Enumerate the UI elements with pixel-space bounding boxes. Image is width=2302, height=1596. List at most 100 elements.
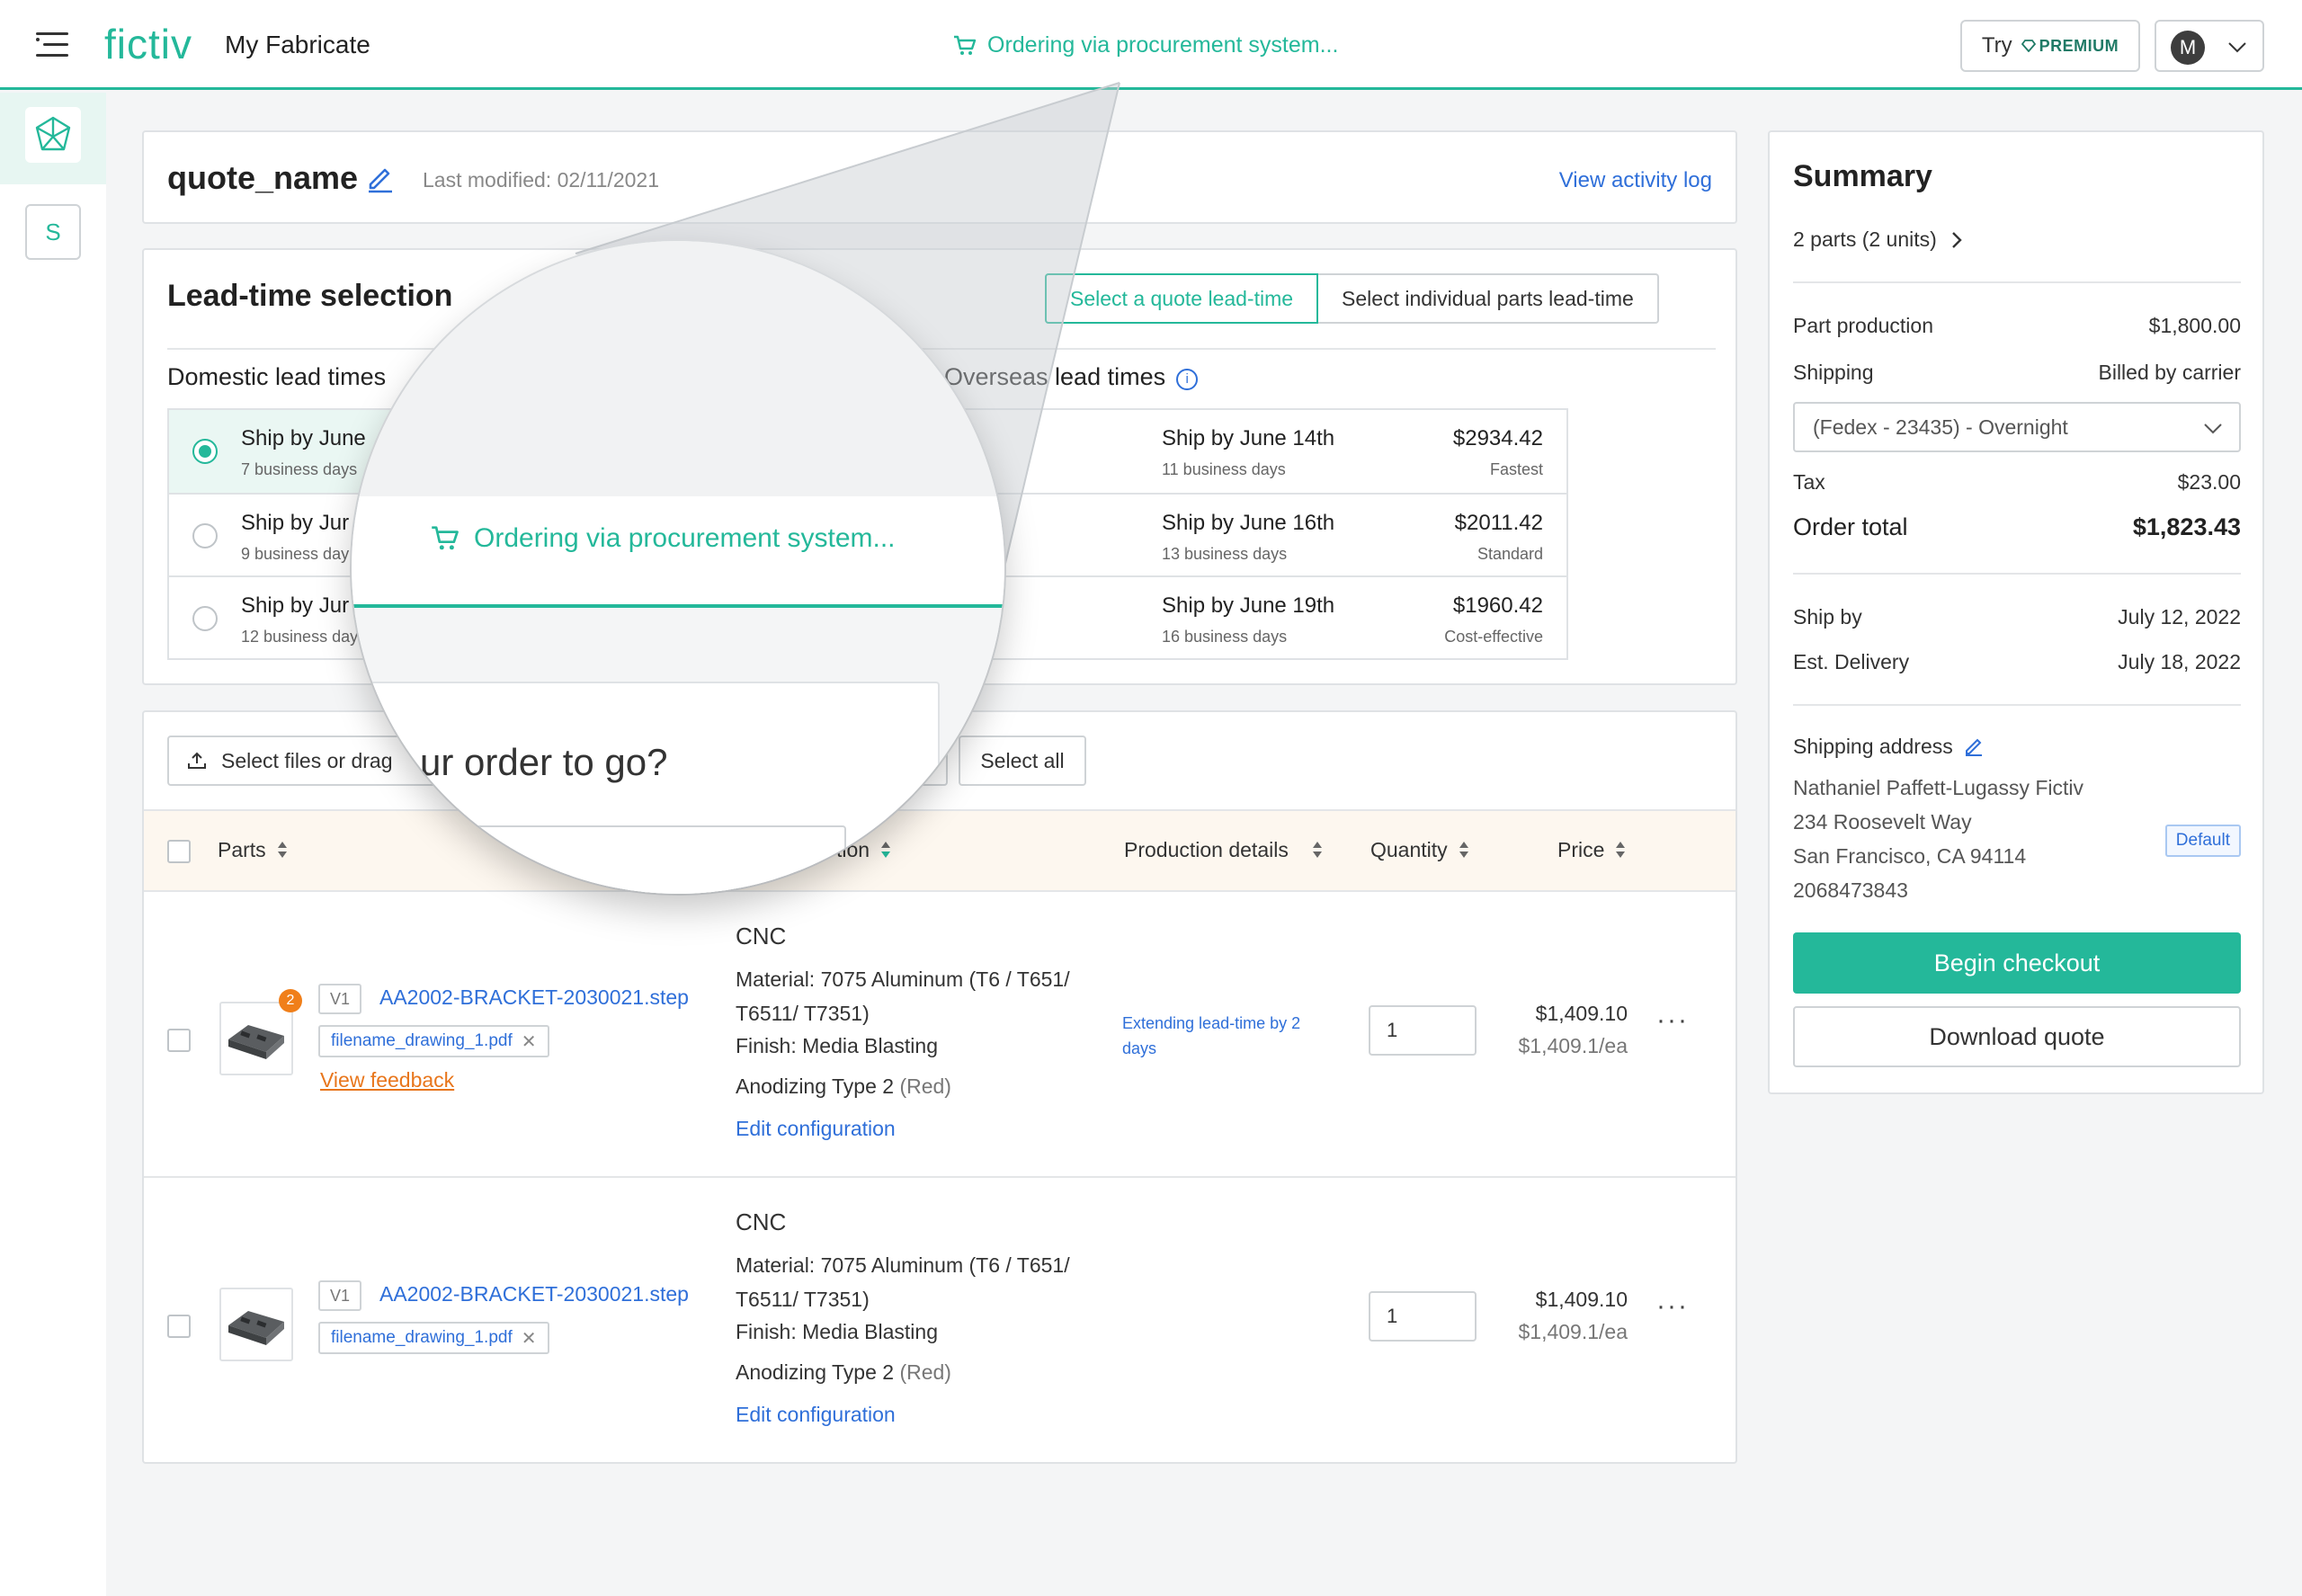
table-row: 2 V1 AA2002-BRACKET-2030021.step filenam…	[144, 894, 1735, 1178]
remove-icon[interactable]: ✕	[522, 1030, 537, 1053]
begin-checkout-button[interactable]: Begin checkout	[1793, 932, 2241, 994]
parts-count-link[interactable]: 2 parts (2 units)	[1793, 227, 1966, 252]
tax-value: $23.00	[2177, 470, 2241, 494]
remove-icon[interactable]: ✕	[522, 1327, 537, 1350]
parts-lead-time-button[interactable]: Select individual parts lead-time	[1318, 273, 1659, 324]
anodizing-type: Anodizing Type 2	[736, 1360, 895, 1384]
option-days: 12 business day	[241, 628, 359, 646]
anodizing-color: (Red)	[899, 1360, 951, 1384]
magnified-input[interactable]	[451, 825, 846, 894]
feedback-count-badge: 2	[279, 989, 302, 1012]
download-quote-button[interactable]: Download quote	[1793, 1006, 2241, 1067]
magnified-background	[352, 241, 1004, 496]
option-days: 7 business days	[241, 460, 358, 478]
last-modified: Last modified: 02/11/2021	[423, 168, 659, 192]
edit-pencil-icon[interactable]	[365, 163, 396, 193]
column-quantity-label: Quantity	[1370, 838, 1448, 861]
quantity-input[interactable]: 1	[1369, 1291, 1477, 1342]
option-days: 16 business days	[1162, 628, 1288, 646]
user-menu-button[interactable]: M	[2155, 20, 2264, 72]
option-price: $2011.42	[1454, 511, 1543, 535]
drawing-file-name: filename_drawing_1.pdf	[331, 1031, 513, 1050]
order-total-row: Order total $1,823.43	[1793, 513, 2241, 541]
option-days: 13 business days	[1162, 545, 1288, 563]
side-nav: S	[0, 93, 106, 1596]
sort-icon	[1312, 842, 1322, 858]
option-days: 11 business days	[1162, 460, 1286, 478]
part-cube-icon	[25, 107, 81, 163]
order-summary: Summary 2 parts (2 units) Part productio…	[1768, 130, 2264, 1094]
column-quantity[interactable]: Quantity	[1370, 838, 1469, 862]
delivery-value: July 18, 2022	[2118, 650, 2241, 673]
radio-button[interactable]	[192, 523, 218, 548]
magnifier-lens: Ordering via procurement system... ur or…	[352, 241, 1004, 894]
column-parts[interactable]: Parts	[218, 838, 288, 862]
part-thumbnail[interactable]	[219, 1002, 293, 1075]
menu-icon[interactable]	[36, 32, 68, 58]
radio-button[interactable]	[192, 606, 218, 631]
edit-configuration-link[interactable]: Edit configuration	[736, 1117, 896, 1141]
radio-button[interactable]	[192, 439, 218, 464]
view-feedback-link[interactable]: View feedback	[320, 1068, 454, 1092]
option-name: Ship by June	[241, 426, 366, 450]
column-production-label: Production details	[1124, 838, 1289, 861]
overseas-options: Ship by June 14th 11 business days $2934…	[917, 408, 1568, 660]
quote-lead-time-button[interactable]: Select a quote lead-time	[1045, 273, 1319, 324]
try-premium-button[interactable]: Try PREMIUM	[1960, 20, 2140, 72]
drawing-file-name: filename_drawing_1.pdf	[331, 1328, 513, 1347]
diamond-icon	[2021, 39, 2036, 52]
select-all-checkbox[interactable]	[167, 840, 191, 863]
sort-icon	[1616, 842, 1626, 858]
part-price-each: $1,409.1/ea	[1518, 1034, 1628, 1057]
delivery-label: Est. Delivery	[1793, 650, 1910, 673]
row-checkbox[interactable]	[167, 1029, 191, 1052]
finish-spec: Finish: Media Blasting	[736, 1034, 938, 1057]
sidebar-item-s[interactable]: S	[25, 204, 81, 260]
anodizing-type: Anodizing Type 2	[736, 1074, 895, 1098]
drawing-file-chip[interactable]: filename_drawing_1.pdf ✕	[318, 1322, 549, 1354]
part-file-link[interactable]: AA2002-BRACKET-2030021.step	[379, 1282, 689, 1306]
version-tag[interactable]: V1	[318, 1280, 361, 1311]
shipping-address-text: Shipping address	[1793, 735, 1953, 758]
quote-header-card: quote_name Last modified: 02/11/2021 Vie…	[142, 130, 1737, 224]
divider	[1793, 704, 2241, 706]
edit-configuration-link[interactable]: Edit configuration	[736, 1403, 896, 1427]
column-parts-label: Parts	[218, 838, 266, 861]
part-price: $1,409.10	[1535, 1002, 1628, 1025]
overseas-option[interactable]: Ship by June 16th 13 business days $2011…	[919, 493, 1566, 575]
column-production[interactable]: Production details	[1124, 838, 1323, 862]
part-thumbnail[interactable]	[219, 1288, 293, 1361]
overseas-option[interactable]: Ship by June 19th 16 business days $1960…	[919, 575, 1566, 658]
anodizing-spec: Anodizing Type 2 (Red)	[736, 1069, 1077, 1103]
column-price[interactable]: Price	[1557, 838, 1626, 862]
chevron-right-icon	[1951, 232, 1962, 248]
view-activity-log-link[interactable]: View activity log	[1559, 168, 1712, 193]
shipping-method-select[interactable]: (Fedex - 23435) - Overnight	[1793, 402, 2241, 452]
part-file-link[interactable]: AA2002-BRACKET-2030021.step	[379, 985, 689, 1010]
version-tag[interactable]: V1	[318, 984, 361, 1014]
process-name: CNC	[736, 923, 787, 950]
lead-time-note: Extending lead-time by 2 days	[1122, 1014, 1301, 1057]
address-line: San Francisco, CA 94114	[1793, 844, 2027, 868]
delivery-row: Est. Delivery July 18, 2022	[1793, 650, 2241, 674]
edit-pencil-icon[interactable]	[1964, 736, 1984, 756]
process-name: CNC	[736, 1208, 787, 1235]
fictiv-logo[interactable]: fictiv	[104, 20, 192, 68]
row-checkbox[interactable]	[167, 1315, 191, 1338]
overseas-option[interactable]: Ship by June 14th 11 business days $2934…	[919, 410, 1566, 493]
tax-row: Tax $23.00	[1793, 470, 2241, 495]
sidebar-item-parts[interactable]	[0, 93, 106, 184]
divider	[1793, 573, 2241, 575]
more-options-icon[interactable]: ···	[1656, 1005, 1689, 1036]
info-icon[interactable]: i	[1176, 369, 1199, 390]
magnified-procurement-status: Ordering via procurement system...	[431, 523, 896, 554]
shipping-label: Shipping	[1793, 361, 1874, 384]
summary-title: Summary	[1793, 159, 1932, 193]
order-total-value: $1,823.43	[2132, 513, 2241, 540]
more-options-icon[interactable]: ···	[1656, 1291, 1689, 1322]
drawing-file-chip[interactable]: filename_drawing_1.pdf ✕	[318, 1025, 549, 1057]
address-line: Nathaniel Paffett-Lugassy Fictiv	[1793, 776, 2084, 799]
table-row: V1 AA2002-BRACKET-2030021.step filename_…	[144, 1180, 1735, 1464]
part-price-each: $1,409.1/ea	[1518, 1320, 1628, 1343]
quantity-input[interactable]: 1	[1369, 1005, 1477, 1056]
